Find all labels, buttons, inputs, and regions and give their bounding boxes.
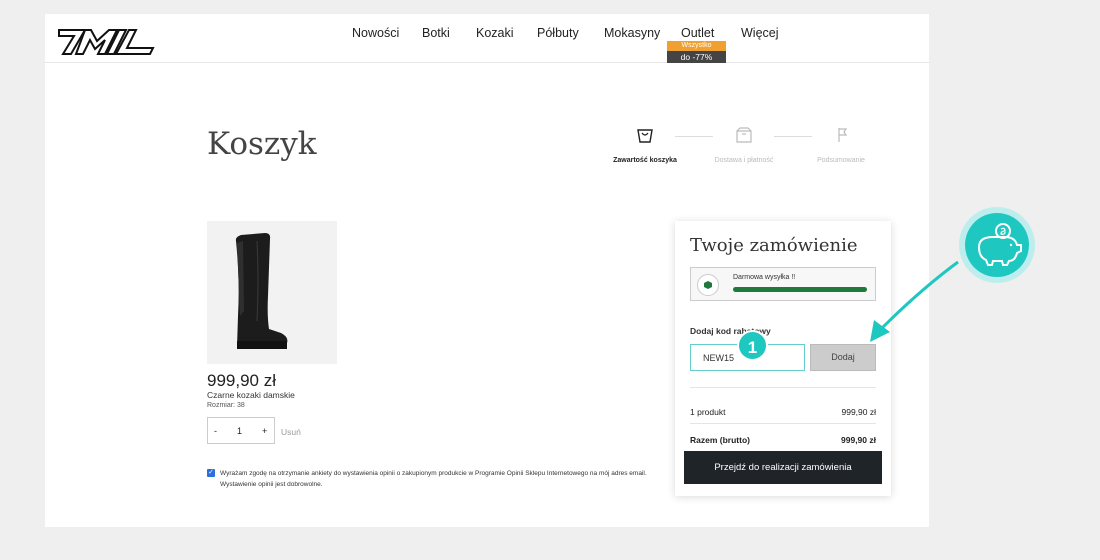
- piggy-bank-badge: [959, 207, 1035, 283]
- callout-arrow: [870, 260, 959, 342]
- piggy-bank-icon: [977, 223, 1022, 266]
- step-number-badge: 1: [737, 330, 768, 361]
